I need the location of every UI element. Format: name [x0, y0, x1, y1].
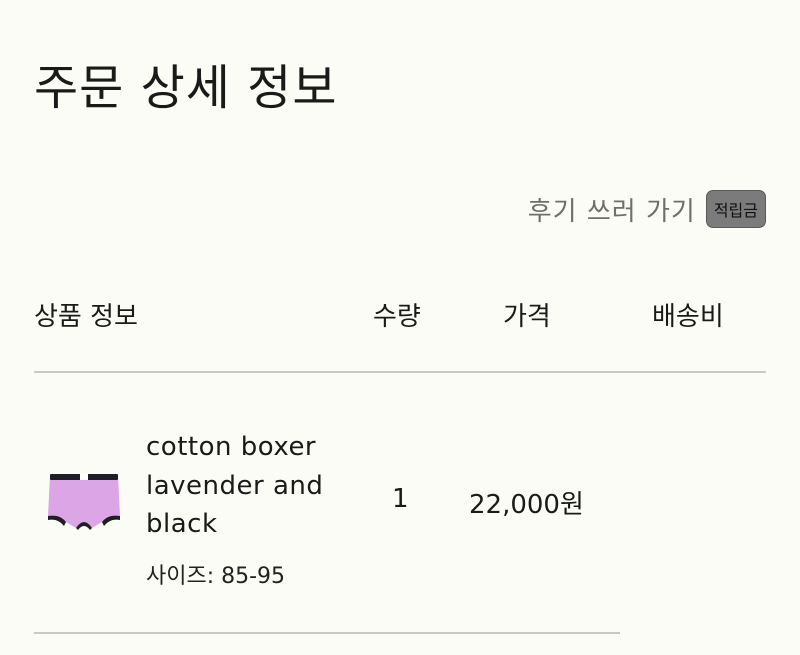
- column-header-quantity: 수량: [373, 302, 421, 332]
- row-divider: [34, 632, 620, 634]
- column-header-shipping: 배송비: [652, 302, 724, 332]
- product-thumbnail[interactable]: [44, 470, 124, 535]
- order-item-row: cotton boxer lavender and black 사이즈: 85-…: [0, 420, 800, 600]
- header-divider: [34, 371, 766, 373]
- page-title: 주문 상세 정보: [34, 60, 338, 116]
- item-quantity: 1: [392, 484, 409, 514]
- write-review-link[interactable]: 후기 쓰러 가기: [528, 191, 696, 228]
- review-row: 후기 쓰러 가기 적립금: [528, 190, 766, 228]
- product-size-option: 사이즈: 85-95: [146, 564, 286, 589]
- column-header-product: 상품 정보: [34, 302, 138, 332]
- item-price: 22,000원: [469, 490, 584, 520]
- table-header: 상품 정보 수량 가격 배송비: [0, 296, 800, 336]
- column-header-price: 가격: [503, 302, 551, 332]
- product-name[interactable]: cotton boxer lavender and black: [146, 428, 356, 544]
- points-badge: 적립금: [705, 190, 766, 228]
